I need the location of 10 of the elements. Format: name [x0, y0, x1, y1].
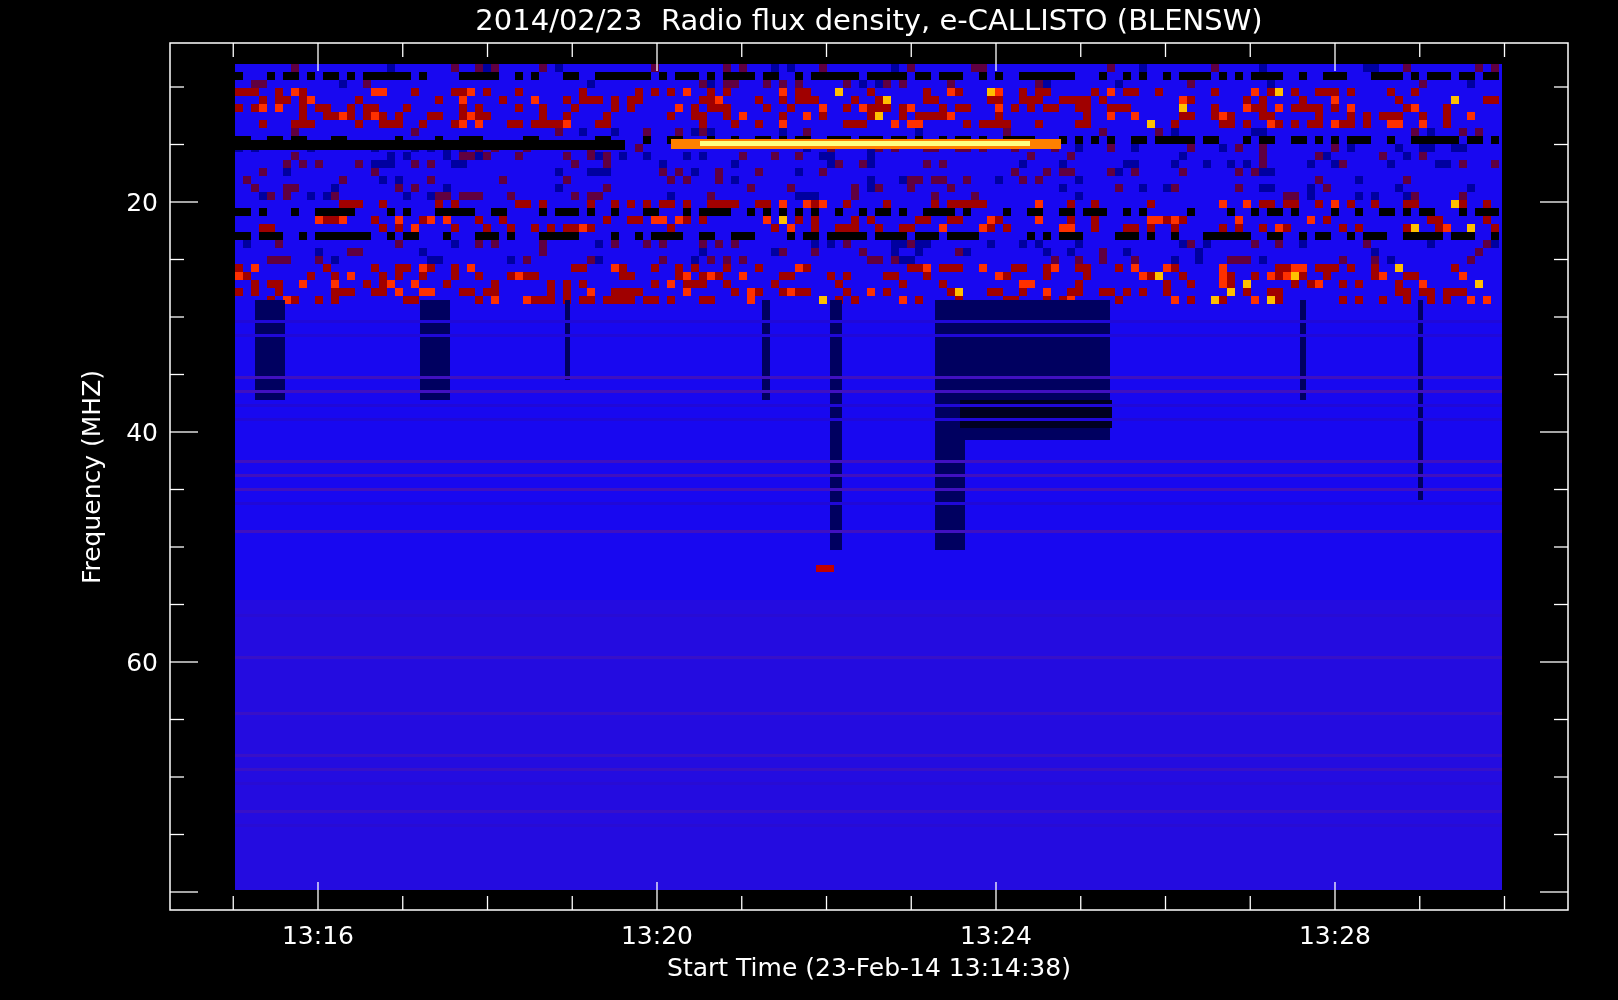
- x-tick-label: 13:20: [621, 921, 693, 950]
- y-tick-label: 60: [126, 648, 158, 677]
- y-tick-label: 40: [126, 418, 158, 447]
- x-tick-label: 13:28: [1299, 921, 1371, 950]
- y-tick-label: 20: [126, 188, 158, 217]
- plot-title: 2014/02/23 Radio flux density, e-CALLISTO (BLENSW): [475, 3, 1263, 37]
- x-axis-label: Start Time (23-Feb-14 13:14:38): [667, 953, 1071, 982]
- x-tick-label: 13:16: [282, 921, 354, 950]
- y-axis-label: Frequency (MHZ): [77, 369, 106, 585]
- x-tick-label: 13:24: [960, 921, 1032, 950]
